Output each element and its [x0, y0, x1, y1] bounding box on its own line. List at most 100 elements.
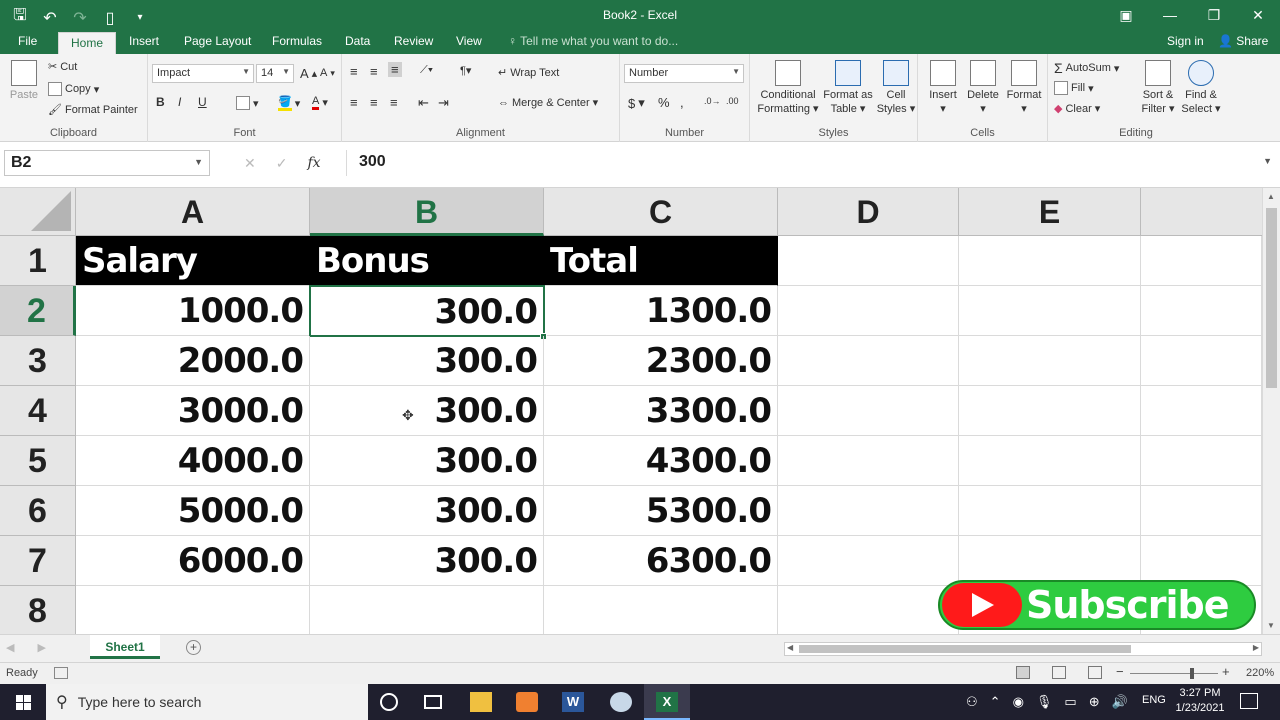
- font-name-select[interactable]: Impact ▼: [152, 64, 254, 83]
- cell-e5[interactable]: [959, 436, 1141, 486]
- scroll-down-icon[interactable]: ▼: [1267, 621, 1275, 630]
- cell-d6[interactable]: [778, 486, 959, 536]
- tab-insert[interactable]: Insert: [129, 34, 159, 48]
- taskbar-search[interactable]: ⚲ Type here to search: [46, 684, 368, 720]
- cell-c6[interactable]: 5300.0: [544, 486, 778, 536]
- grow-font-button[interactable]: A ▴: [300, 66, 317, 81]
- cell-b7[interactable]: 300.0: [310, 536, 544, 586]
- spreadsheet-grid[interactable]: A B C D E F 1 2 3 4 5 6 7 8 Salary Bonus…: [0, 188, 1280, 634]
- scroll-right-icon[interactable]: ▶: [1253, 643, 1259, 652]
- cell-b4[interactable]: 300.0: [310, 386, 544, 436]
- font-color-button[interactable]: A ▾: [312, 95, 328, 110]
- page-layout-view-icon[interactable]: [1052, 666, 1066, 679]
- zoom-level[interactable]: 220%: [1246, 667, 1274, 679]
- insert-cells-button[interactable]: Insert ▾: [924, 60, 962, 116]
- zoom-knob[interactable]: [1190, 668, 1194, 679]
- cell-d2[interactable]: [778, 286, 959, 336]
- cell-a2[interactable]: 1000.0: [76, 286, 310, 336]
- add-sheet-icon[interactable]: +: [186, 640, 201, 655]
- cell-a1[interactable]: Salary: [76, 236, 310, 286]
- formula-input[interactable]: 300 ▼: [346, 150, 1274, 176]
- minimize-button[interactable]: —: [1148, 0, 1192, 30]
- borders-button[interactable]: ▾: [236, 96, 259, 110]
- horizontal-scrollbar[interactable]: ◀ ▶: [784, 642, 1262, 656]
- normal-view-icon[interactable]: [1016, 666, 1030, 679]
- tab-data[interactable]: Data: [345, 34, 370, 48]
- paint-icon[interactable]: [610, 692, 632, 712]
- row-header-6[interactable]: 6: [0, 486, 76, 536]
- cell-c4[interactable]: 3300.0: [544, 386, 778, 436]
- horizontal-scroll-thumb[interactable]: [799, 645, 1131, 653]
- cortana-icon[interactable]: [380, 693, 398, 711]
- zoom-in-icon[interactable]: +: [1222, 664, 1230, 679]
- comma-button[interactable]: ,: [680, 95, 684, 110]
- vertical-scrollbar[interactable]: ▲ ▼: [1262, 188, 1280, 634]
- format-painter-button[interactable]: 🖌 Format Painter: [48, 103, 138, 117]
- paste-button[interactable]: Paste: [6, 60, 42, 102]
- cell-d3[interactable]: [778, 336, 959, 386]
- wrap-text-button[interactable]: ↵ Wrap Text: [498, 66, 559, 80]
- column-header-a[interactable]: A: [76, 188, 310, 236]
- row-header-2[interactable]: 2: [0, 286, 76, 336]
- cell-d1[interactable]: [778, 236, 959, 286]
- top-align-icon[interactable]: ≡: [350, 64, 358, 79]
- tell-me-box[interactable]: ♀ Tell me what you want to do...: [508, 34, 678, 48]
- media-player-icon[interactable]: [516, 692, 538, 712]
- tab-formulas[interactable]: Formulas: [272, 34, 322, 48]
- cell-e6[interactable]: [959, 486, 1141, 536]
- percent-button[interactable]: %: [658, 95, 670, 110]
- clear-button[interactable]: ◆ Clear ▾: [1054, 102, 1100, 116]
- close-button[interactable]: ✕: [1236, 0, 1280, 30]
- cell-f2[interactable]: [1141, 286, 1262, 336]
- tab-page-layout[interactable]: Page Layout: [184, 34, 251, 48]
- task-view-icon[interactable]: [424, 695, 442, 709]
- cell-f4[interactable]: [1141, 386, 1262, 436]
- cell-f7[interactable]: [1141, 536, 1262, 586]
- cell-c7[interactable]: 6300.0: [544, 536, 778, 586]
- increase-decimal-icon[interactable]: .0→: [704, 96, 721, 106]
- cell-f6[interactable]: [1141, 486, 1262, 536]
- cell-a4[interactable]: 3000.0: [76, 386, 310, 436]
- column-header-e[interactable]: E: [959, 188, 1141, 236]
- chevron-up-icon[interactable]: ⌃: [990, 694, 1001, 710]
- cell-f5[interactable]: [1141, 436, 1262, 486]
- cell-a5[interactable]: 4000.0: [76, 436, 310, 486]
- cell-styles-button[interactable]: Cell Styles ▾: [876, 60, 916, 116]
- scroll-up-icon[interactable]: ▲: [1267, 192, 1275, 201]
- subscribe-badge[interactable]: Subscribe: [938, 580, 1256, 630]
- merge-center-button[interactable]: ⇔ Merge & Center ▾: [498, 96, 598, 110]
- cell-a3[interactable]: 2000.0: [76, 336, 310, 386]
- cell-d4[interactable]: [778, 386, 959, 436]
- align-center-icon[interactable]: ≡: [370, 95, 378, 110]
- column-header-c[interactable]: C: [544, 188, 778, 236]
- cell-e4[interactable]: [959, 386, 1141, 436]
- cell-a8[interactable]: [76, 586, 310, 634]
- excel-icon[interactable]: X: [656, 692, 678, 712]
- cell-f1[interactable]: [1141, 236, 1262, 286]
- word-icon[interactable]: W: [562, 692, 584, 712]
- cell-e1[interactable]: [959, 236, 1141, 286]
- bold-button[interactable]: B: [156, 95, 165, 109]
- cell-b2[interactable]: 300.0: [309, 285, 545, 337]
- sign-in-link[interactable]: Sign in: [1167, 34, 1204, 48]
- shrink-font-button[interactable]: A ▾: [320, 67, 335, 79]
- row-header-1[interactable]: 1: [0, 236, 76, 286]
- row-header-7[interactable]: 7: [0, 536, 76, 586]
- cell-b8[interactable]: [310, 586, 544, 634]
- select-all-button[interactable]: [0, 188, 76, 236]
- copy-button[interactable]: Copy ▾: [48, 82, 99, 96]
- language-indicator[interactable]: ENG: [1142, 694, 1166, 706]
- cell-f3[interactable]: [1141, 336, 1262, 386]
- cell-d5[interactable]: [778, 436, 959, 486]
- zoom-slider[interactable]: − +: [1116, 664, 1232, 680]
- start-button[interactable]: [0, 684, 46, 720]
- cell-c5[interactable]: 4300.0: [544, 436, 778, 486]
- middle-align-icon[interactable]: ≡: [370, 64, 378, 79]
- cancel-icon[interactable]: ✕: [244, 155, 256, 172]
- bottom-align-icon[interactable]: ≡: [388, 62, 402, 77]
- tab-review[interactable]: Review: [394, 34, 433, 48]
- ribbon-display-options-icon[interactable]: ▣: [1104, 0, 1148, 30]
- italic-button[interactable]: I: [178, 95, 181, 109]
- format-cells-button[interactable]: Format ▾: [1004, 60, 1044, 116]
- enter-icon[interactable]: ✓: [276, 155, 288, 172]
